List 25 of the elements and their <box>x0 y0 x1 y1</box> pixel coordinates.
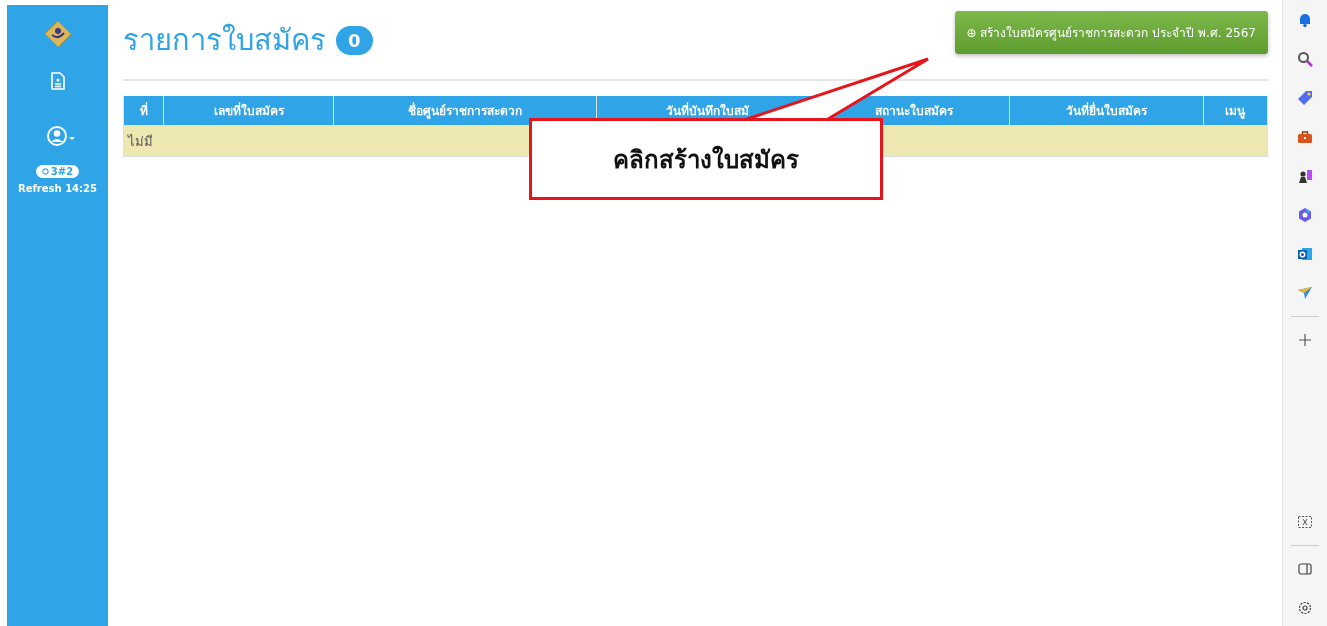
count-badge: 0 <box>336 25 373 55</box>
bell-icon[interactable] <box>1297 12 1313 28</box>
page-title: รายการใบสมัคร <box>123 22 326 59</box>
settings-icon[interactable] <box>1297 600 1313 616</box>
create-application-button[interactable]: ⊕ สร้างใบสมัครศูนย์ราชการสะดวก ประจำปี พ.ศ. 2567 <box>954 10 1268 54</box>
toolbox-icon[interactable] <box>1297 129 1313 145</box>
column-header: ที่ <box>123 96 164 126</box>
column-header: ชื่อศูนย์ราชการสะดวก <box>333 96 597 126</box>
user-menu-icon[interactable] <box>46 125 77 147</box>
column-header: เมนู <box>1203 96 1268 126</box>
chess-icon[interactable] <box>1297 168 1313 184</box>
column-header: วันที่ยื่นใบสมัคร <box>1009 96 1204 126</box>
sidebar-toggle-icon[interactable] <box>1297 561 1313 577</box>
refresh-time: Refresh 14:25 <box>18 183 97 194</box>
tag-icon[interactable] <box>1297 90 1313 106</box>
copilot-icon[interactable] <box>1297 207 1313 223</box>
add-icon[interactable] <box>1297 332 1313 348</box>
screenshot-icon[interactable] <box>1297 514 1313 530</box>
send-icon[interactable] <box>1297 285 1313 301</box>
search-icon[interactable] <box>1297 51 1313 67</box>
column-header: เลขที่ใบสมัคร <box>163 96 334 126</box>
outlook-icon[interactable] <box>1297 246 1313 262</box>
logo-icon <box>43 20 72 48</box>
session-badge: 3#2 <box>35 165 80 178</box>
document-icon[interactable] <box>50 72 65 90</box>
